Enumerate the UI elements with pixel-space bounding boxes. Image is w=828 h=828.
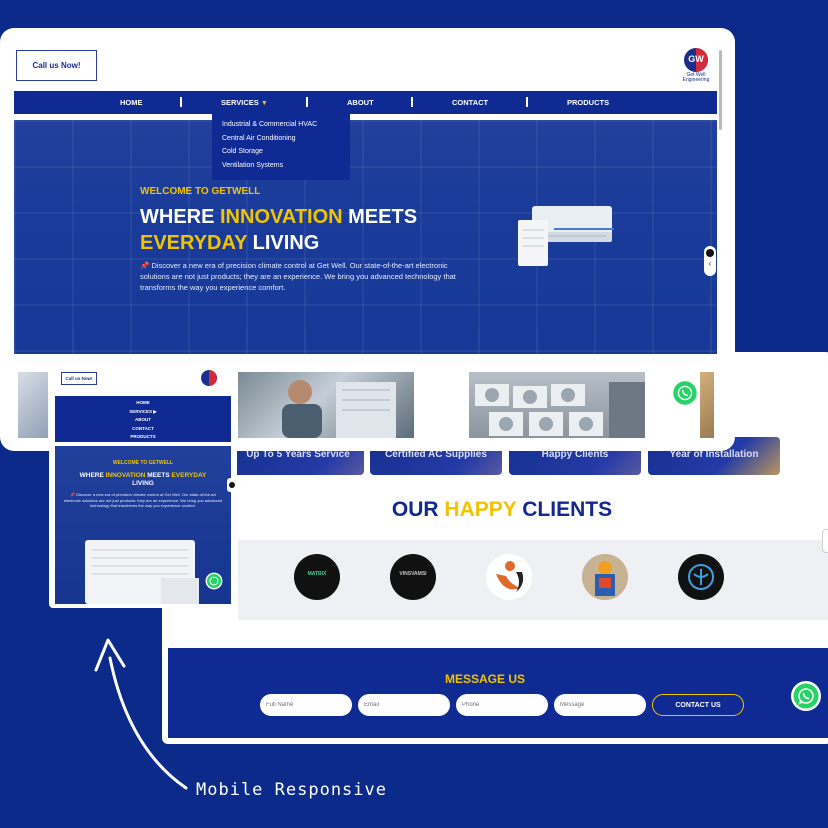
whatsapp-icon[interactable] [790, 680, 822, 712]
menu-about[interactable]: ABOUT [55, 416, 231, 425]
nav-divider [526, 97, 528, 107]
mobile-hero: WELCOME TO GETWELL WHERE INNOVATION MEET… [55, 446, 231, 604]
nav-contact[interactable]: CONTACT [452, 98, 488, 107]
phone-input[interactable] [456, 694, 548, 716]
email-input[interactable] [358, 694, 450, 716]
logo-mark-icon [201, 370, 217, 386]
dropdown-item[interactable]: Ventilation Systems [212, 159, 350, 173]
technician-image [238, 372, 414, 438]
dropdown-item[interactable]: Central Air Conditioning [212, 132, 350, 146]
brand-name: Get Well Engineering [682, 72, 710, 83]
slider-control[interactable]: ‹ [704, 246, 716, 276]
statue-logo [582, 554, 628, 600]
hero-banner: WELCOME TO GETWELL WHERE INNOVATION MEET… [14, 120, 717, 354]
vinsvamsi-logo: VINSVAMSI [390, 554, 436, 600]
edge-tab [822, 529, 828, 553]
call-us-button[interactable]: Call us Now! [61, 372, 97, 385]
outdoor-units-image [469, 372, 645, 438]
menu-products[interactable]: PRODUCTS [55, 433, 231, 442]
gallery-image [700, 372, 714, 438]
edge-tab [227, 478, 237, 492]
nav-divider [180, 97, 182, 107]
whatsapp-icon[interactable] [205, 572, 223, 590]
medical-logo [678, 554, 724, 600]
hero-description: 📌 Discover a new era of precision climat… [140, 261, 456, 292]
air-conditioner-image [85, 540, 199, 604]
gallery-image [18, 372, 48, 438]
whatsapp-icon[interactable] [670, 378, 700, 408]
client-logos-band: MATRIX VINSVAMSI [238, 540, 828, 620]
logo-mark-icon: GW [684, 48, 708, 72]
message-us-section: MESSAGE US CONTACT US [168, 648, 828, 738]
nav-about[interactable]: ABOUT [347, 98, 374, 107]
main-nav: HOME SERVICES ▼ ABOUT CONTACT PRODUCTS [14, 91, 717, 114]
menu-services[interactable]: SERVICES ▶ [55, 408, 231, 417]
dropdown-item[interactable]: Cold Storage [212, 145, 350, 159]
contact-us-button[interactable]: CONTACT US [652, 694, 744, 716]
hero-description: 📌 Discover a new era of precision climat… [63, 492, 223, 508]
welcome-label: WELCOME TO GETWELL [112, 460, 174, 466]
matrix-logo: MATRIX [294, 554, 340, 600]
caption-text: Mobile Responsive [196, 780, 387, 800]
hero-headline: WHERE INNOVATION MEETS EVERYDAY LIVING [79, 472, 207, 487]
scrollbar[interactable] [717, 42, 723, 439]
clients-heading: OUR HAPPY CLIENTS [391, 498, 613, 521]
brand-logo[interactable]: GW Get Well Engineering [676, 48, 716, 88]
dropdown-item[interactable]: Industrial & Commercial HVAC [212, 118, 350, 132]
hand-drawn-arrow-icon [94, 638, 188, 790]
nav-divider [411, 97, 413, 107]
chevron-left-icon: ‹ [708, 259, 712, 268]
message-heading: MESSAGE US [444, 672, 525, 686]
air-conditioner-image [518, 206, 614, 266]
menu-contact[interactable]: CONTACT [55, 425, 231, 434]
mobile-menu: HOME SERVICES ▶ ABOUT CONTACT PRODUCTS [55, 396, 231, 442]
call-us-button[interactable]: Call us Now! [16, 50, 97, 81]
services-dropdown: Industrial & Commercial HVAC Central Air… [212, 114, 350, 180]
nav-products[interactable]: PRODUCTS [567, 98, 609, 107]
full-name-input[interactable] [260, 694, 352, 716]
welcome-label: WELCOME TO GETWELL [140, 186, 261, 197]
menu-home[interactable]: HOME [55, 399, 231, 408]
mobile-preview: Call us Now! HOME SERVICES ▶ ABOUT CONTA… [49, 362, 237, 608]
caret-down-icon: ▼ [260, 100, 268, 107]
nav-divider [306, 97, 308, 107]
nav-home[interactable]: HOME [120, 98, 143, 107]
hands-logo [486, 554, 532, 600]
hero-headline: WHERE INNOVATION MEETS EVERYDAY LIVING [140, 206, 418, 254]
message-input[interactable] [554, 694, 646, 716]
nav-services[interactable]: SERVICES ▼ [221, 98, 268, 107]
dot-icon [706, 249, 714, 257]
